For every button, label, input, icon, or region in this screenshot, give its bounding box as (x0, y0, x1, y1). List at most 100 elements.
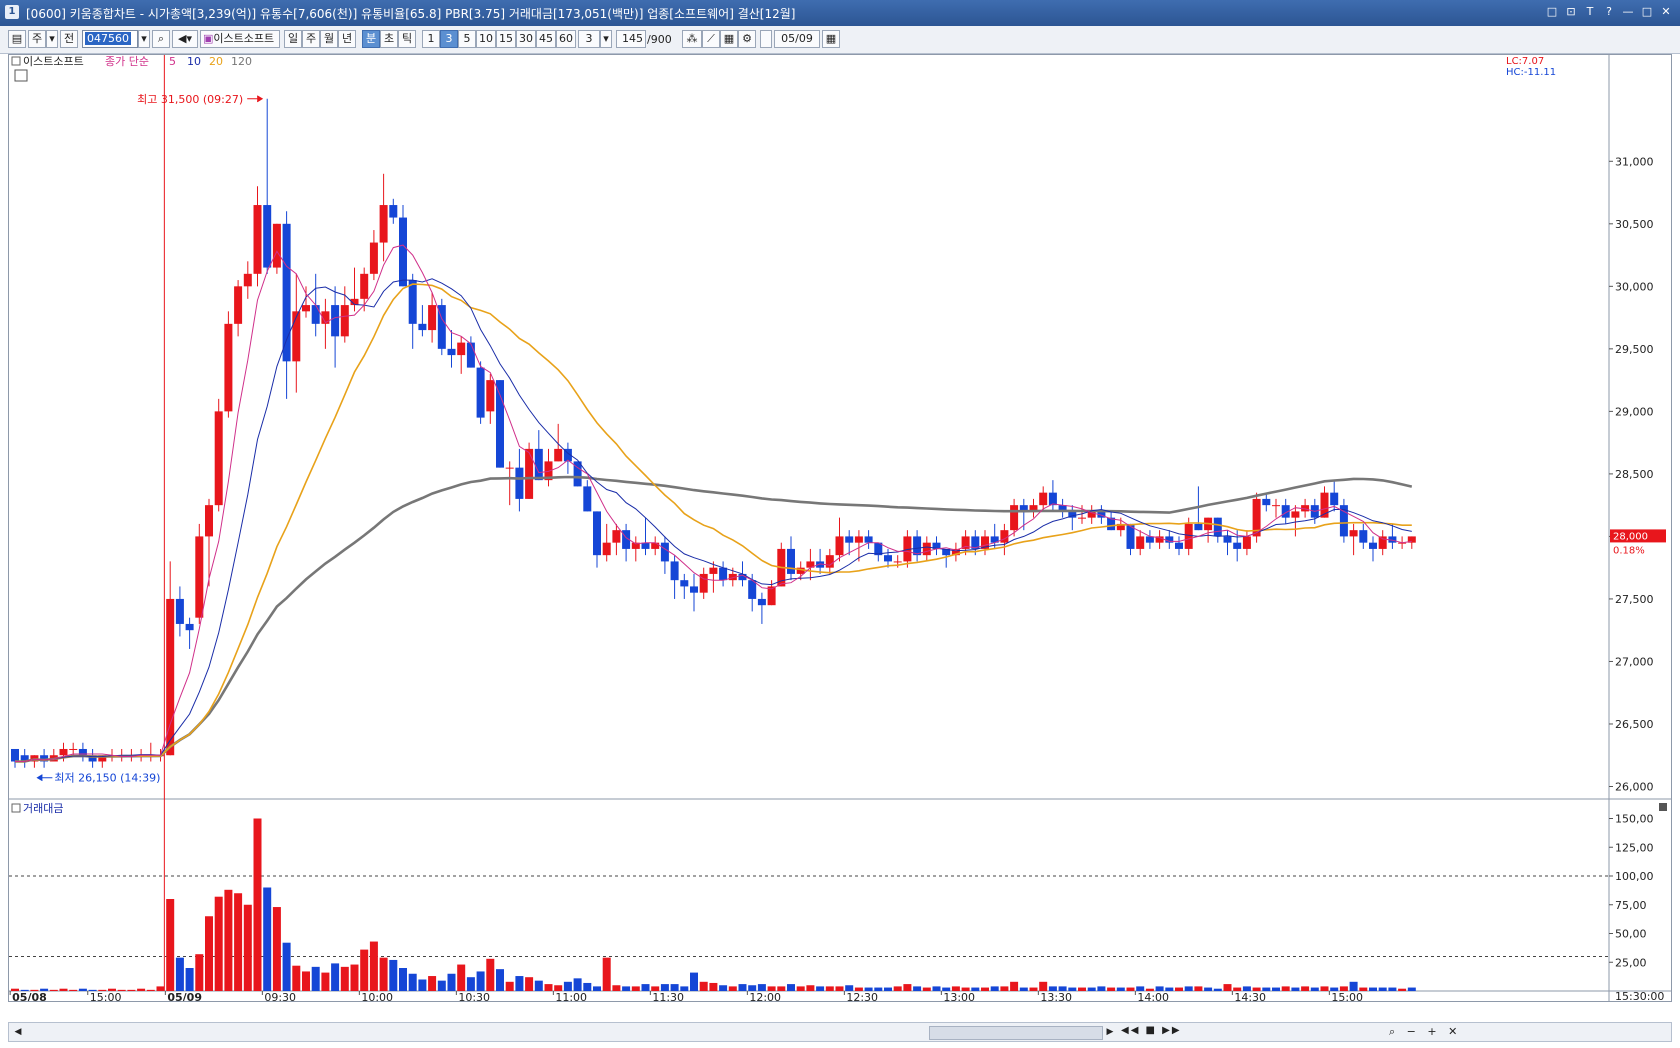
volume-panel-collapse-icon[interactable] (11, 803, 21, 813)
volume-tick-label: 75,00 (1615, 899, 1647, 912)
stock-code-input[interactable]: 047560 (82, 30, 138, 48)
price-axis-ticks: 26,000 26,500 27,000 27,500 28,000 28,500 29,0… (1609, 155, 1654, 969)
interval-second[interactable]: 초 (380, 30, 398, 48)
volume-bar (612, 985, 621, 991)
candle-body (340, 305, 349, 337)
minute-option-1[interactable]: 1 (422, 30, 440, 48)
volume-bar (69, 989, 78, 991)
candle-body (418, 323, 427, 331)
candle-body (583, 486, 592, 512)
volume-bar (369, 941, 378, 991)
time-tick-label: 15:00 (90, 991, 122, 1001)
period-dropdown-icon[interactable]: ▾ (46, 30, 58, 48)
scroll-thumb[interactable] (929, 1026, 1103, 1040)
period-button[interactable]: 주 (28, 30, 46, 48)
interval-week[interactable]: 주 (302, 30, 320, 48)
interval-year[interactable]: 년 (338, 30, 356, 48)
ma-legend-20: 20 (209, 55, 223, 68)
date-checkbox[interactable] (760, 30, 772, 48)
chart-area[interactable]: 26,000 26,500 27,000 27,500 28,000 28,500 29,0… (8, 54, 1672, 1004)
maximize-button[interactable]: □ (1639, 4, 1655, 20)
candle-body (525, 448, 534, 499)
zoom-controls-icon[interactable]: ⌕ − + ✕ (1389, 1025, 1461, 1039)
price-tick-label: 29,000 (1615, 405, 1654, 418)
date-input[interactable]: 05/09 (774, 30, 820, 48)
volume-bar (1369, 987, 1377, 991)
price-panel-collapse-icon[interactable] (11, 56, 21, 66)
calendar-icon[interactable]: ▦ (822, 30, 840, 48)
minute-option-60[interactable]: 60 (556, 30, 576, 48)
candle-body (428, 305, 437, 331)
interval-minute[interactable]: 분 (362, 30, 380, 48)
save-icon[interactable]: ▦ (720, 30, 738, 48)
settings-gear-icon[interactable]: ⚙ (738, 30, 756, 48)
indicator-add-icon[interactable]: ⁂ (682, 30, 702, 48)
sound-icon[interactable]: ◀▾ (172, 30, 198, 48)
close-button[interactable]: ✕ (1658, 4, 1674, 20)
interval-day[interactable]: 일 (284, 30, 302, 48)
chart-layout-icon[interactable]: ▤ (8, 30, 26, 48)
candle-body (1010, 505, 1019, 531)
link-window-icon[interactable]: □ (1544, 4, 1560, 20)
volume-bar (1175, 987, 1183, 991)
volume-bar (59, 988, 68, 991)
count-input[interactable]: 145 (616, 30, 646, 48)
minute-option-30[interactable]: 30 (516, 30, 536, 48)
volume-bar (486, 958, 495, 991)
volume-bar (156, 986, 165, 991)
volume-bar (1078, 987, 1086, 991)
volume-tick-label: 150,00 (1615, 813, 1654, 826)
candle-body (660, 542, 669, 562)
interval-tick[interactable]: 틱 (398, 30, 416, 48)
volume-bar (282, 942, 291, 991)
volume-bar (311, 966, 320, 991)
custom-interval-dropdown-icon[interactable]: ▾ (600, 30, 612, 48)
tile-window-icon[interactable]: ⊡ (1563, 4, 1579, 20)
candle-body (1233, 542, 1242, 549)
ma-line-5 (15, 244, 1412, 762)
volume-bar (990, 986, 999, 991)
time-tick-label: 13:30 (1040, 991, 1072, 1001)
minute-option-10[interactable]: 10 (476, 30, 496, 48)
stock-name-field[interactable]: ▣이스트소프트 (200, 30, 280, 48)
chart-svg[interactable]: 26,000 26,500 27,000 27,500 28,000 28,500 29,0… (9, 55, 1671, 1004)
time-tick-label: 05/08 (12, 991, 47, 1001)
time-tick-label: 12:00 (749, 991, 781, 1001)
volume-panel-close-icon[interactable] (1659, 803, 1667, 811)
volume-bar (631, 986, 640, 991)
volume-tick-label: 100,00 (1615, 870, 1654, 883)
time-tick-label: 12:30 (846, 991, 878, 1001)
line-tool-icon[interactable]: ⟋ (702, 30, 720, 48)
minimize-button[interactable]: — (1620, 4, 1636, 20)
prev-button[interactable]: 전 (60, 30, 78, 48)
minute-option-5[interactable]: 5 (458, 30, 476, 48)
font-size-icon[interactable]: T (1582, 4, 1598, 20)
volume-bar (399, 968, 407, 991)
custom-interval-input[interactable]: 3 (578, 30, 600, 48)
playback-controls-icon[interactable]: ◀◀ ■ ▶▶ (1121, 1025, 1182, 1036)
search-icon[interactable]: ⌕ (152, 30, 170, 48)
volume-bar (224, 889, 233, 991)
volume-bar (1097, 986, 1106, 991)
minute-option-3[interactable]: 3 (440, 30, 458, 48)
volume-bar (1000, 986, 1009, 991)
help-icon[interactable]: ? (1601, 4, 1617, 20)
candle-body (379, 205, 388, 243)
scroll-left-icon[interactable]: ◀ (11, 1025, 25, 1039)
volume-bar (1349, 981, 1358, 991)
table-view-icon[interactable] (14, 69, 28, 82)
volume-bar (418, 979, 427, 991)
minute-option-15[interactable]: 15 (496, 30, 516, 48)
minute-option-45[interactable]: 45 (536, 30, 556, 48)
ma-line-120 (15, 475, 1413, 763)
price-tick-label: 26,500 (1615, 718, 1654, 731)
volume-bar (331, 963, 340, 991)
stock-code-dropdown-icon[interactable]: ▾ (138, 30, 150, 48)
interval-month[interactable]: 월 (320, 30, 338, 48)
chart-scrollbar[interactable]: ◀ ▶ ◀◀ ■ ▶▶ ⌕ − + ✕ (8, 1022, 1672, 1042)
app-icon[interactable]: 1 (5, 5, 19, 19)
volume-bar (195, 954, 204, 991)
volume-tick-label: 125,00 (1615, 841, 1654, 854)
scroll-right-icon[interactable]: ▶ (1103, 1025, 1117, 1039)
candle-body (234, 286, 243, 324)
